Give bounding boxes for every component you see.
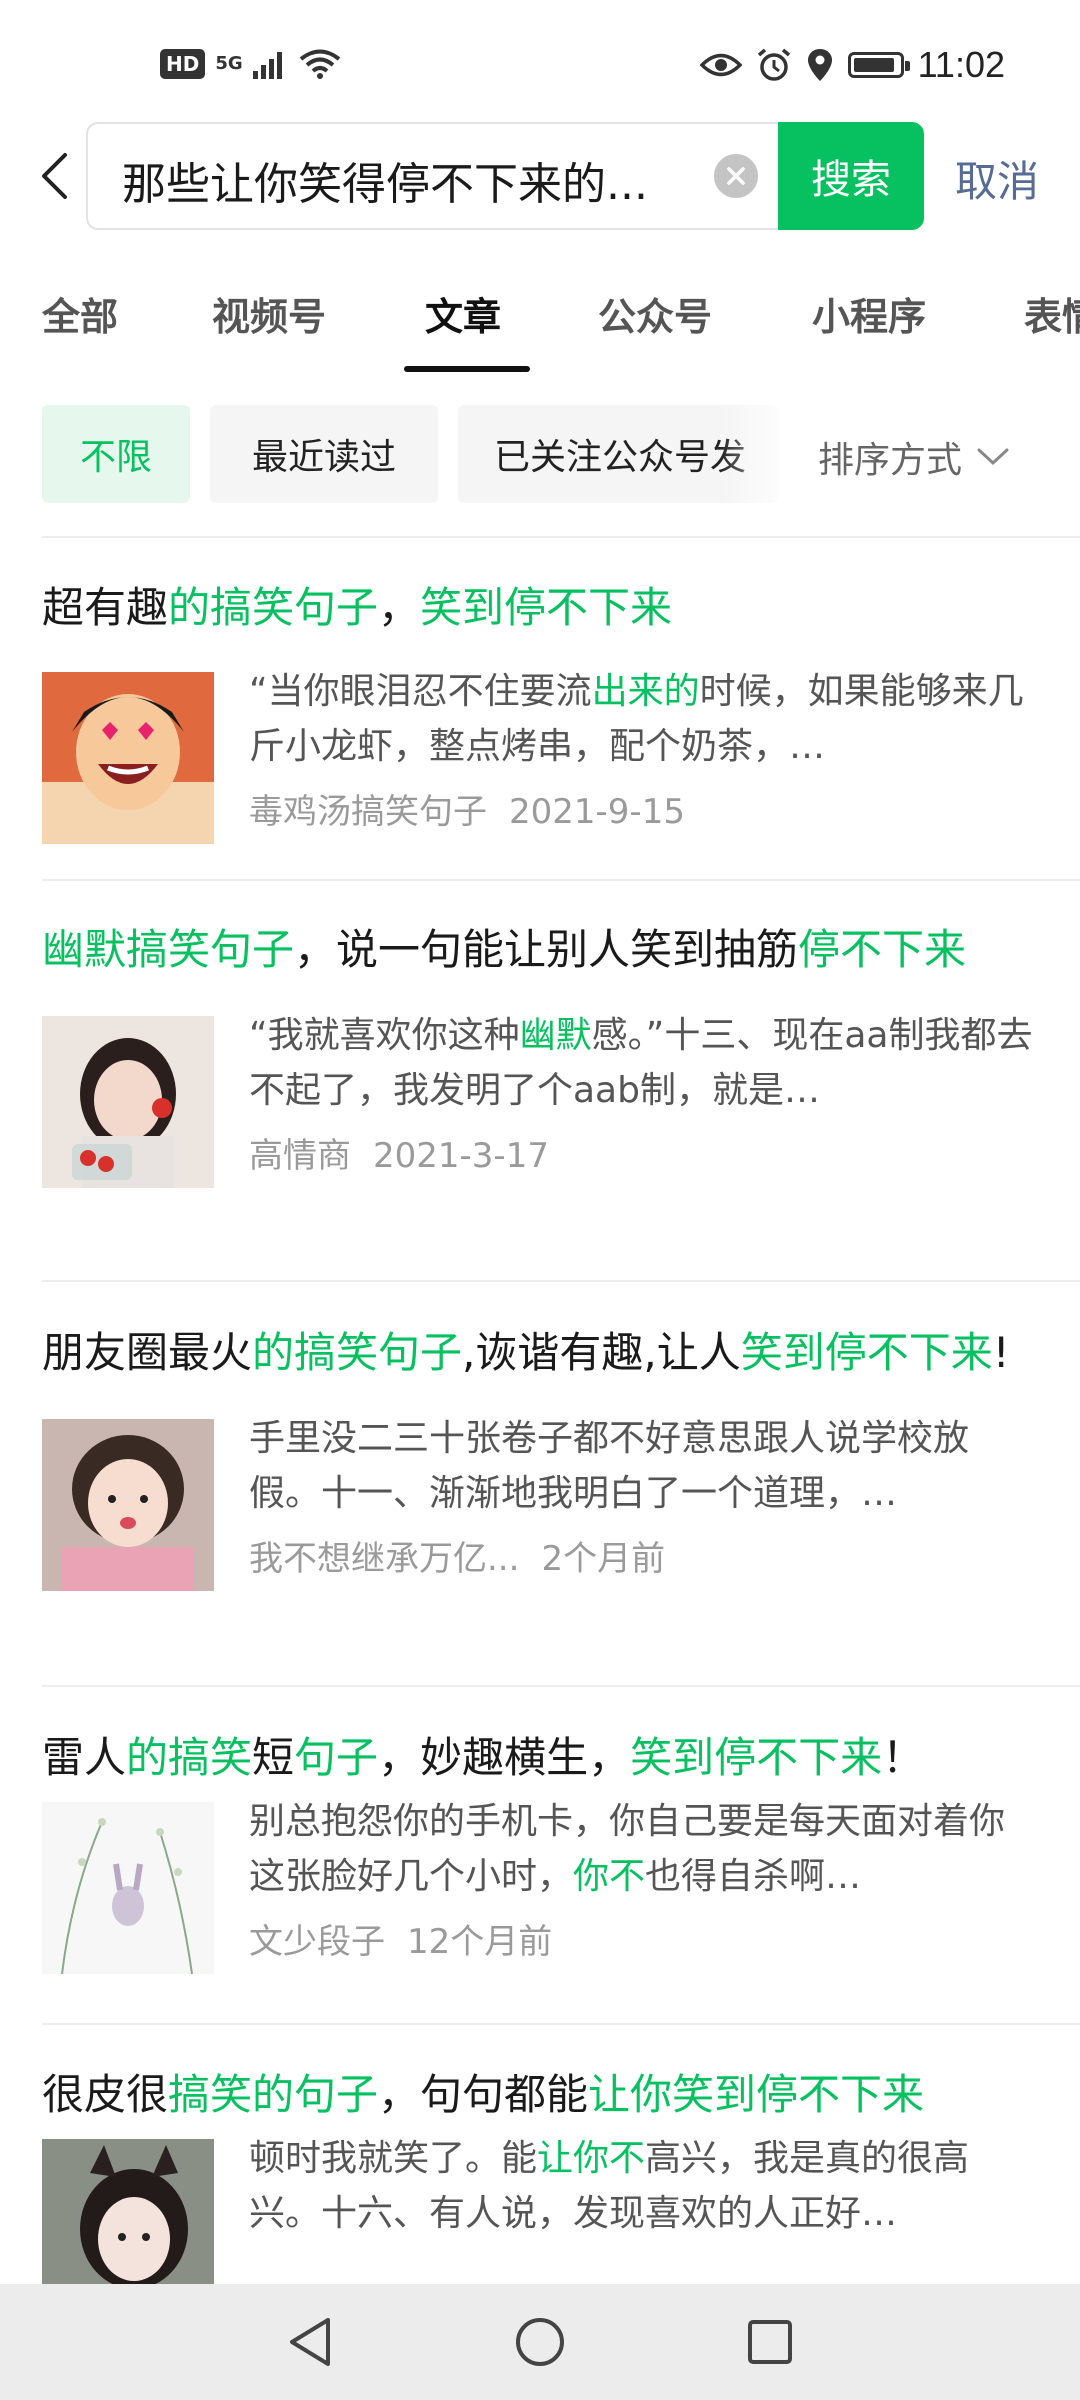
result-snippet: 顿时我就笑了。能让你不高兴，我是真的很高兴。十六、有人说，发现喜欢的人正好… <box>249 2138 970 2234</box>
result-item[interactable]: 朋友圈最火的搞笑句子,诙谐有趣,让人笑到停不下来! 手里没二三十张卷子都不好意思… <box>42 1320 1042 1595</box>
status-left: HD 5G <box>160 48 341 80</box>
result-date: 2021-3-17 <box>373 1136 549 1176</box>
square-recents-icon <box>748 2320 792 2364</box>
result-thumbnail <box>42 672 214 844</box>
chevron-down-icon <box>977 448 1009 466</box>
tab-stickers[interactable]: 表情 <box>1024 286 1080 341</box>
result-title: 幽默搞笑句子，说一句能让别人笑到抽筋停不下来 <box>42 925 967 974</box>
battery-icon <box>847 52 910 78</box>
result-date: 12个月前 <box>407 1922 553 1962</box>
nav-back-button[interactable] <box>280 2312 340 2372</box>
nav-home-button[interactable] <box>510 2312 570 2372</box>
result-source[interactable]: 毒鸡汤搞笑句子 <box>249 792 487 832</box>
search-query: 那些让你笑得停不下来的... <box>122 159 648 210</box>
result-title: 很皮很搞笑的句子，句句都能让你笑到停不下来 <box>42 2070 925 2119</box>
divider <box>42 2023 1080 2025</box>
system-nav-bar <box>0 2284 1080 2400</box>
alarm-icon <box>757 48 790 81</box>
battery-level <box>853 58 894 72</box>
result-thumbnail <box>42 1802 214 1974</box>
result-source[interactable]: 我不想继承万亿... <box>249 1539 519 1579</box>
location-icon <box>807 49 832 81</box>
result-title: 雷人的搞笑短句子，妙趣横生，笑到停不下来！ <box>42 1733 925 1782</box>
divider <box>42 879 1080 881</box>
result-item[interactable]: 雷人的搞笑短句子，妙趣横生，笑到停不下来！ 别总抱怨你的手机卡，你自己要是每天面… <box>42 1725 1042 1978</box>
hd-badge: HD <box>160 49 206 79</box>
result-snippet: “我就喜欢你这种幽默感。”十三、现在aa制我都去不起了，我发明了个aab制，就是… <box>249 1015 1033 1111</box>
result-title: 朋友圈最火的搞笑句子,诙谐有趣,让人笑到停不下来! <box>42 1328 1010 1377</box>
status-bar: HD 5G 11:02 <box>0 0 1080 110</box>
cancel-button[interactable]: 取消 <box>955 148 1039 209</box>
result-item[interactable]: 超有趣的搞笑句子，笑到停不下来 “当你眼泪忍不住要流出来的时候，如果能够来几斤小… <box>42 575 1042 848</box>
filter-recently-read[interactable]: 最近读过 <box>210 405 438 503</box>
result-item[interactable]: 幽默搞笑句子，说一句能让别人笑到抽筋停不下来 “我就喜欢你这种幽默感。”十三、现… <box>42 917 1042 1192</box>
result-meta: 毒鸡汤搞笑句子 2021-9-15 <box>249 784 685 833</box>
back-button[interactable] <box>22 138 86 214</box>
result-thumbnail <box>42 1016 214 1188</box>
tab-mini-programs[interactable]: 小程序 <box>812 286 926 341</box>
filter-fade <box>720 405 820 503</box>
result-source[interactable]: 文少段子 <box>249 1922 385 1962</box>
result-snippet: 手里没二三十张卷子都不好意思跟人说学校放假。十一、渐渐地我明白了一个道理，… <box>249 1418 970 1514</box>
result-title: 超有趣的搞笑句子，笑到停不下来 <box>42 583 673 632</box>
filter-bar: 不限 最近读过 已关注公众号发 排序方式 <box>0 405 1080 505</box>
filter-unlimited[interactable]: 不限 <box>42 405 190 503</box>
network-type: 5G <box>215 53 243 74</box>
result-snippet: 别总抱怨你的手机卡，你自己要是每天面对着你这张脸好几个小时，你不也得自杀啊… <box>249 1801 1006 1897</box>
result-meta: 文少段子 12个月前 <box>249 1914 552 1963</box>
wifi-icon <box>299 49 340 79</box>
clock: 11:02 <box>917 44 1005 85</box>
result-meta: 高情商 2021-3-17 <box>249 1128 549 1177</box>
tab-all[interactable]: 全部 <box>42 286 118 341</box>
clear-search-button[interactable] <box>714 154 758 198</box>
result-meta: 我不想继承万亿... 2个月前 <box>249 1531 665 1580</box>
result-thumbnail <box>42 1419 214 1591</box>
eye-icon <box>699 53 742 77</box>
tab-channels[interactable]: 视频号 <box>212 286 326 341</box>
divider <box>42 1685 1080 1687</box>
active-tab-indicator <box>404 366 530 372</box>
category-tabs: 全部 视频号 文章 公众号 小程序 表情 <box>0 270 1080 380</box>
result-date: 2个月前 <box>541 1539 666 1579</box>
nav-recents-button[interactable] <box>740 2312 800 2372</box>
triangle-back-icon <box>290 2318 330 2366</box>
result-item[interactable]: 很皮很搞笑的句子，句句都能让你笑到停不下来 顿时我就笑了。能让你不高兴，我是真的… <box>42 2062 1042 2315</box>
divider <box>42 1280 1080 1282</box>
search-header: 那些让你笑得停不下来的... 搜索 取消 <box>0 118 1080 234</box>
tab-articles[interactable]: 文章 <box>425 286 501 341</box>
chevron-left-icon <box>42 153 67 199</box>
sort-label: 排序方式 <box>818 440 963 481</box>
circle-home-icon <box>516 2318 564 2366</box>
divider <box>42 536 1080 538</box>
signal-icon <box>252 52 282 79</box>
result-source[interactable]: 高情商 <box>249 1136 351 1176</box>
status-right: 11:02 <box>699 44 1080 86</box>
result-date: 2021-9-15 <box>509 792 685 832</box>
search-input[interactable]: 那些让你笑得停不下来的... <box>86 122 786 230</box>
close-icon <box>727 167 745 185</box>
search-button[interactable]: 搜索 <box>778 122 924 230</box>
sort-button[interactable]: 排序方式 <box>818 431 1010 483</box>
result-snippet: “当你眼泪忍不住要流出来的时候，如果能够来几斤小龙虾，整点烤串，配个奶茶，… <box>249 671 1024 767</box>
tab-official-accounts[interactable]: 公众号 <box>598 286 712 341</box>
